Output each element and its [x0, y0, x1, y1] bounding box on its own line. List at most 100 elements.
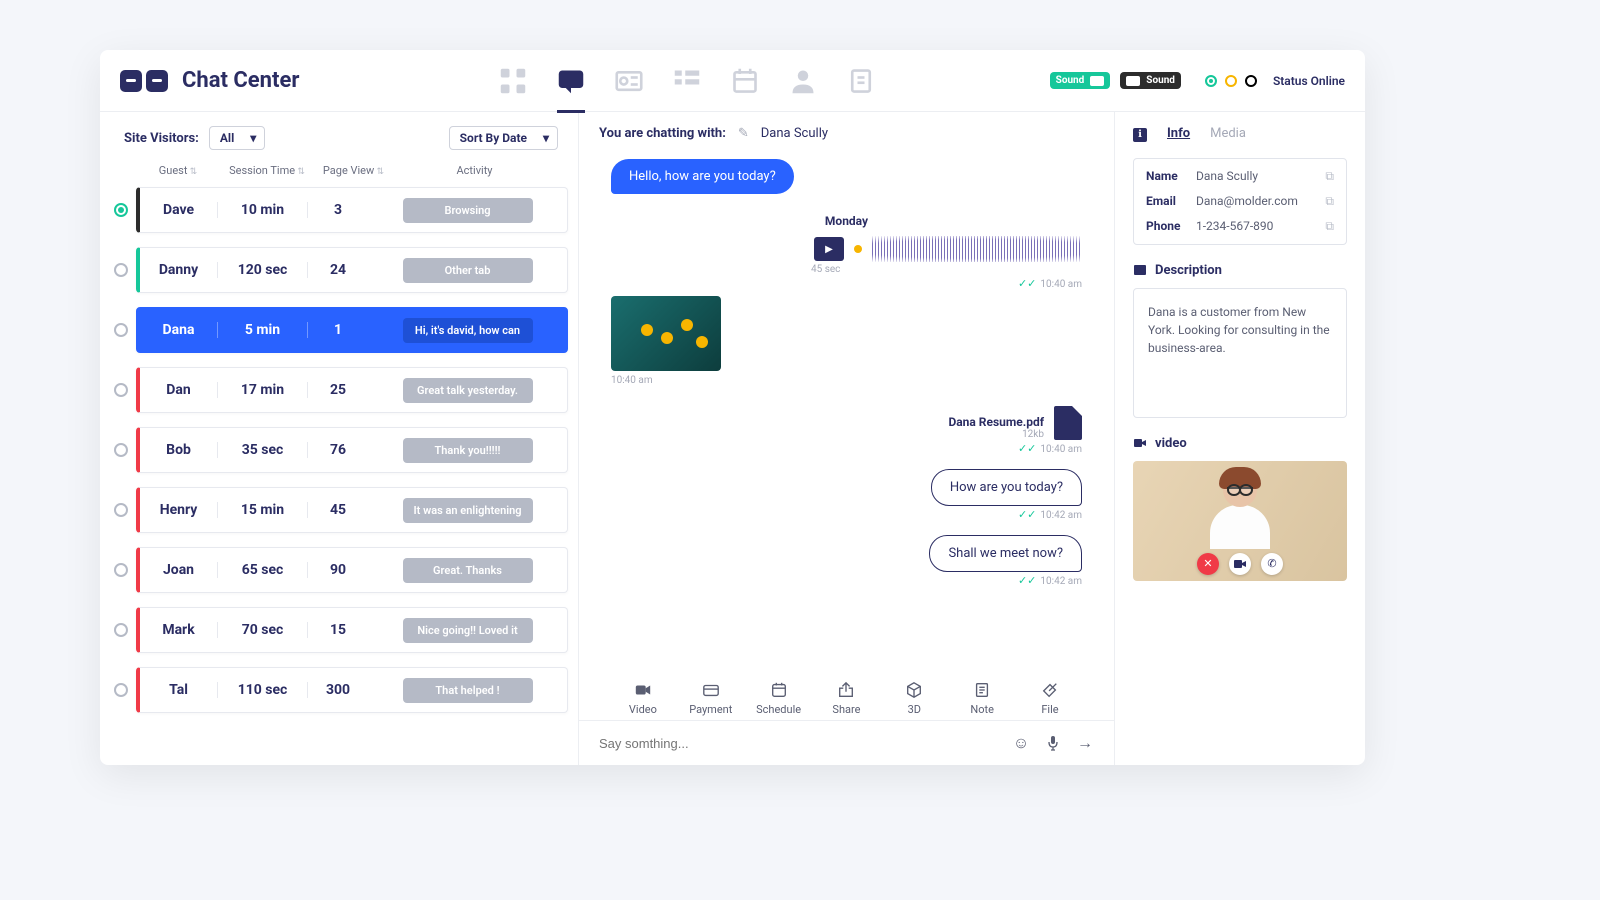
- row-radio[interactable]: [114, 443, 128, 457]
- visitors-filter-select[interactable]: All: [209, 126, 265, 150]
- row-radio[interactable]: [114, 323, 128, 337]
- description-header: Description: [1133, 263, 1347, 278]
- action-payment[interactable]: Payment: [681, 681, 741, 716]
- row-pageview: 3: [308, 202, 368, 218]
- field-email: EmailDana@molder.com⧉: [1146, 194, 1334, 209]
- send-icon[interactable]: →: [1076, 733, 1094, 753]
- visitor-row-body[interactable]: Henry 15 min 45 It was an enlightening: [136, 487, 568, 533]
- read-checks-icon: ✓✓: [1018, 277, 1036, 290]
- chat-with-name: Dana Scully: [761, 126, 828, 141]
- play-icon[interactable]: ▶: [814, 237, 844, 261]
- read-checks-icon: ✓✓: [1018, 574, 1036, 587]
- visitor-row: Dana 5 min 1 Hi, it's david, how can: [114, 307, 568, 353]
- status-dot-offline[interactable]: [1245, 75, 1257, 87]
- visitor-row: Joan 65 sec 90 Great. Thanks: [114, 547, 568, 593]
- audio-length: 45 sec: [811, 264, 840, 275]
- image-message[interactable]: [611, 296, 721, 371]
- hangup-button[interactable]: ✕: [1197, 553, 1219, 575]
- col-activity: Activity: [395, 164, 554, 177]
- visitor-row: Dave 10 min 3 Browsing: [114, 187, 568, 233]
- visitors-columns: Guest Session Time Page View Activity: [114, 156, 568, 187]
- info-panel: Info Media NameDana Scully⧉ EmailDana@mo…: [1115, 112, 1365, 765]
- visitor-row-body[interactable]: Dana 5 min 1 Hi, it's david, how can: [136, 307, 568, 353]
- mic-icon[interactable]: [1044, 735, 1062, 751]
- tab-media[interactable]: Media: [1210, 126, 1246, 141]
- row-guest: Dave: [140, 202, 218, 218]
- nav-chat-icon[interactable]: [557, 67, 585, 95]
- nav-note-icon[interactable]: [847, 67, 875, 95]
- visitor-row-body[interactable]: Mark 70 sec 15 Nice going!! Loved it: [136, 607, 568, 653]
- copy-icon[interactable]: ⧉: [1325, 219, 1334, 234]
- row-guest: Henry: [140, 502, 218, 518]
- visitor-row: Danny 120 sec 24 Other tab: [114, 247, 568, 293]
- row-activity: Thank you!!!!!: [403, 438, 533, 463]
- nav-id-icon[interactable]: [615, 67, 643, 95]
- audio-marker: [854, 245, 862, 253]
- action-3d[interactable]: 3D: [884, 681, 944, 716]
- col-guest[interactable]: Guest: [138, 164, 218, 177]
- row-radio[interactable]: [114, 263, 128, 277]
- row-radio[interactable]: [114, 563, 128, 577]
- action-note[interactable]: Note: [952, 681, 1012, 716]
- action-schedule[interactable]: Schedule: [749, 681, 809, 716]
- visitor-row: Henry 15 min 45 It was an enlightening: [114, 487, 568, 533]
- row-guest: Mark: [140, 622, 218, 638]
- sound-off-toggle[interactable]: Sound: [1120, 72, 1181, 89]
- camera-button[interactable]: [1229, 553, 1251, 575]
- row-session: 120 sec: [218, 262, 308, 278]
- row-session: 17 min: [218, 382, 308, 398]
- chat-panel: You are chatting with: ✎ Dana Scully Hel…: [578, 112, 1115, 765]
- chat-input[interactable]: [599, 736, 998, 751]
- edit-icon[interactable]: ✎: [738, 126, 749, 141]
- row-activity-wrap: Great. Thanks: [368, 558, 567, 583]
- sound-on-toggle[interactable]: Sound: [1050, 72, 1111, 89]
- visitor-row-body[interactable]: Tal 110 sec 300 That helped !: [136, 667, 568, 713]
- row-radio[interactable]: [114, 623, 128, 637]
- row-radio[interactable]: [114, 503, 128, 517]
- row-guest: Tal: [140, 682, 218, 698]
- row-pageview: 300: [308, 682, 368, 698]
- nav-list-icon[interactable]: [673, 67, 701, 95]
- logo: [120, 70, 168, 92]
- sort-select[interactable]: Sort By Date: [449, 126, 558, 150]
- read-checks-icon: ✓✓: [1018, 508, 1036, 521]
- call-button[interactable]: ✆: [1261, 553, 1283, 575]
- copy-icon[interactable]: ⧉: [1325, 169, 1334, 184]
- waveform[interactable]: [872, 236, 1082, 262]
- visitor-row-body[interactable]: Joan 65 sec 90 Great. Thanks: [136, 547, 568, 593]
- row-radio[interactable]: [114, 683, 128, 697]
- app-window: Chat Center Sound Sound Status Online Si: [100, 50, 1365, 765]
- row-pageview: 25: [308, 382, 368, 398]
- visitor-row-body[interactable]: Dan 17 min 25 Great talk yesterday.: [136, 367, 568, 413]
- video-preview: ✕ ✆: [1133, 461, 1347, 581]
- nav-calendar-icon[interactable]: [731, 67, 759, 95]
- message-received-2: Shall we meet now? ✓✓10:42 am: [611, 535, 1082, 587]
- row-activity-wrap: Nice going!! Loved it: [368, 618, 567, 643]
- emoji-icon[interactable]: ☺: [1012, 733, 1030, 753]
- nav-user-icon[interactable]: [789, 67, 817, 95]
- status-dot-online[interactable]: [1205, 75, 1217, 87]
- file-icon[interactable]: [1054, 406, 1082, 440]
- row-activity-wrap: Other tab: [368, 258, 567, 283]
- row-activity: Browsing: [403, 198, 533, 223]
- chat-header-prefix: You are chatting with:: [599, 126, 726, 141]
- visitor-row-body[interactable]: Danny 120 sec 24 Other tab: [136, 247, 568, 293]
- audio-message: ▶ 45 sec ✓✓10:40 am: [611, 236, 1082, 290]
- visitor-row-body[interactable]: Dave 10 min 3 Browsing: [136, 187, 568, 233]
- nav-grid-icon[interactable]: [499, 67, 527, 95]
- action-share[interactable]: Share: [816, 681, 876, 716]
- row-radio[interactable]: [114, 383, 128, 397]
- message-sent: Hello, how are you today?: [611, 159, 794, 194]
- action-video[interactable]: Video: [613, 681, 673, 716]
- tab-info[interactable]: Info: [1167, 126, 1190, 141]
- description-box: Dana is a customer from New York. Lookin…: [1133, 288, 1347, 418]
- visitor-row: Mark 70 sec 15 Nice going!! Loved it: [114, 607, 568, 653]
- row-radio[interactable]: [114, 203, 128, 217]
- row-activity-wrap: Great talk yesterday.: [368, 378, 567, 403]
- copy-icon[interactable]: ⧉: [1325, 194, 1334, 209]
- status-dot-away[interactable]: [1225, 75, 1237, 87]
- visitor-row-body[interactable]: Bob 35 sec 76 Thank you!!!!!: [136, 427, 568, 473]
- col-session[interactable]: Session Time: [222, 164, 312, 177]
- action-file[interactable]: File: [1020, 681, 1080, 716]
- col-pageview[interactable]: Page View: [316, 164, 391, 177]
